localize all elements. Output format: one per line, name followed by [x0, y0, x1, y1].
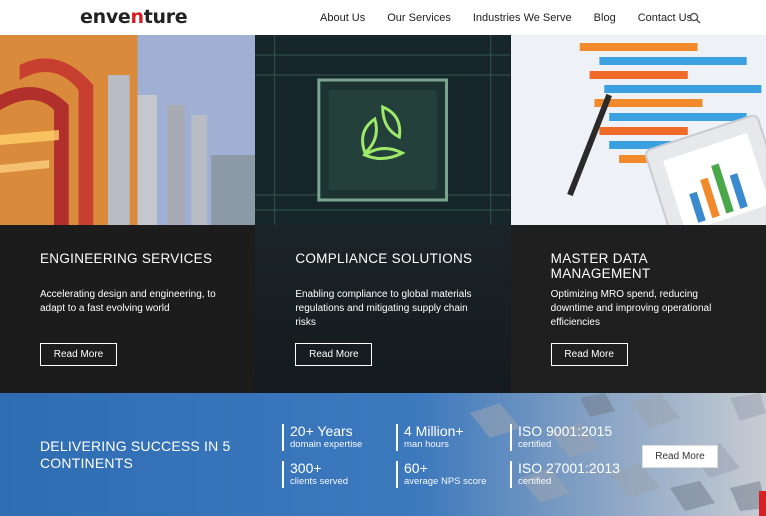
read-more-button[interactable]: Read More [550, 343, 628, 366]
stat-clients: 300+ clients served [282, 461, 348, 488]
main-nav: About Us Our Services Industries We Serv… [320, 0, 714, 35]
stat-iso-9001: ISO 9001:2015 certified [510, 424, 612, 451]
stat-label: certified [518, 439, 552, 450]
logo-text-end: ture [143, 6, 188, 28]
service-panels: ENGINEERING SERVICES Accelerating design… [0, 35, 766, 393]
stat-years: 20+ Years domain expertise [282, 424, 362, 451]
stat-nps: 60+ average NPS score [396, 461, 486, 488]
circuit-chip-image [255, 35, 511, 225]
stat-value: 300+ [290, 460, 322, 476]
stat-iso-27001: ISO 27001:2013 certified [510, 461, 620, 488]
panel-description: Accelerating design and engineering, to … [40, 289, 216, 314]
stat-man-hours: 4 Million+ man hours [396, 424, 464, 451]
stats-banner: DELIVERING SUCCESS IN 5 CONTINENTS 20+ Y… [0, 393, 766, 516]
read-more-button[interactable]: Read More [40, 343, 117, 366]
panel-title: MASTER DATA MANAGEMENT [550, 251, 651, 281]
search-icon[interactable] [689, 12, 701, 24]
stat-label: average NPS score [404, 476, 487, 487]
read-more-button[interactable]: Read More [642, 445, 718, 468]
charts-tablet-image [510, 35, 766, 225]
chat-widget-tab[interactable] [759, 491, 766, 516]
enventure-logo[interactable]: enventure [80, 6, 188, 28]
logo-text-start: enve [80, 6, 131, 28]
panel-title: COMPLIANCE SOLUTIONS [295, 251, 473, 266]
panel-title: ENGINEERING SERVICES [40, 251, 213, 266]
nav-about-us[interactable]: About Us [320, 12, 365, 24]
read-more-button[interactable]: Read More [295, 343, 373, 366]
stat-value: ISO 9001:2015 [518, 423, 613, 439]
nav-our-services[interactable]: Our Services [387, 12, 451, 24]
stat-value: 20+ Years [290, 423, 353, 439]
stat-label: certified [518, 476, 552, 487]
site-header: enventure About Us Our Services Industri… [0, 0, 766, 35]
panel-description: Enabling compliance to global materials … [295, 289, 472, 328]
stat-label: clients served [290, 476, 349, 487]
nav-industries-we-serve[interactable]: Industries We Serve [473, 12, 572, 24]
logo-text-accent: n [130, 6, 144, 28]
stat-value: 4 Million+ [404, 423, 464, 439]
engineering-services-panel: ENGINEERING SERVICES Accelerating design… [0, 35, 256, 393]
nav-blog[interactable]: Blog [594, 12, 616, 24]
stat-label: man hours [404, 439, 449, 450]
panel-description: Optimizing MRO spend, reducing downtime … [550, 289, 712, 328]
stat-value: 60+ [404, 460, 428, 476]
stat-label: domain expertise [290, 439, 363, 450]
industrial-pipes-image [0, 35, 256, 225]
strip-tagline: DELIVERING SUCCESS IN 5 CONTINENTS [40, 438, 231, 471]
master-data-management-panel: MASTER DATA MANAGEMENT Optimizing MRO sp… [510, 35, 766, 393]
compliance-solutions-panel: COMPLIANCE SOLUTIONS Enabling compliance… [255, 35, 511, 393]
nav-contact-us[interactable]: Contact Us [638, 12, 692, 24]
stat-value: ISO 27001:2013 [518, 460, 620, 476]
